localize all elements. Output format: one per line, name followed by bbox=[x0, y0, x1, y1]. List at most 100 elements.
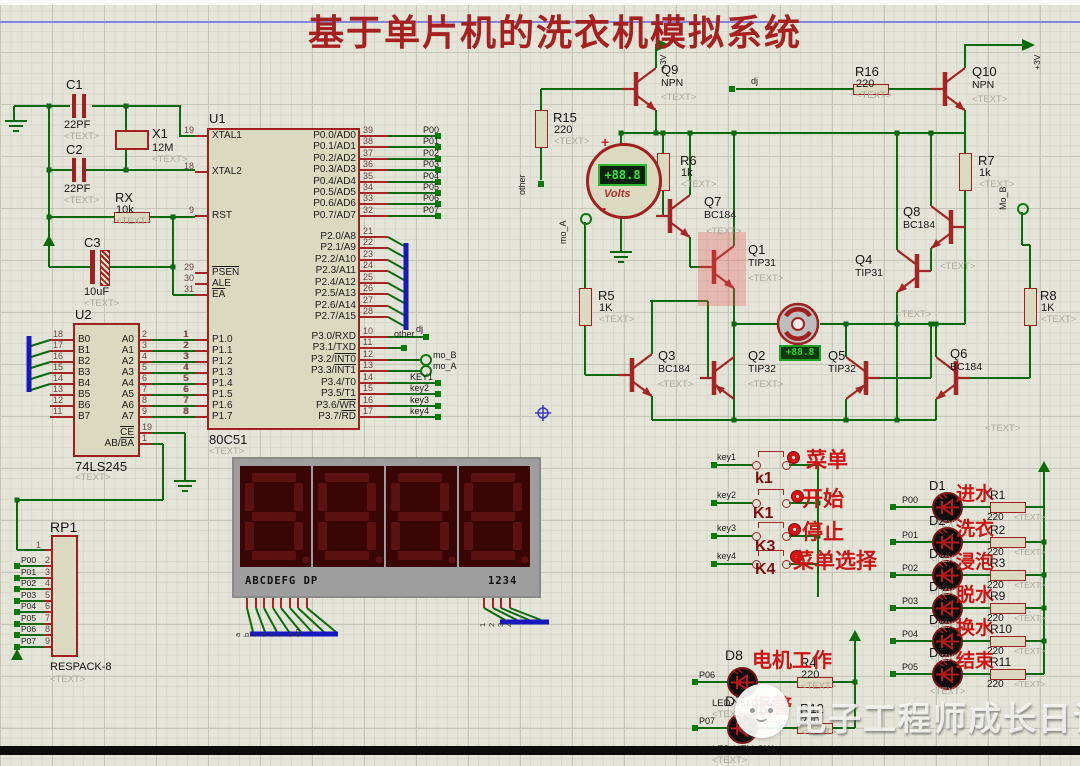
net-label-P02: P02 bbox=[21, 578, 37, 588]
u1-pin-P2.4/A12: P2.4/A12 bbox=[314, 277, 356, 288]
led-ref-D6: D6 bbox=[929, 645, 946, 660]
net-label-P04: P04 bbox=[21, 601, 37, 611]
cap-val: 22PF bbox=[64, 183, 91, 195]
resistor-ref-R11: R11 bbox=[990, 655, 1012, 669]
u1-pin-XTAL2: XTAL2 bbox=[212, 166, 242, 177]
u1-pin-P0.6/AD6: P0.6/AD6 bbox=[313, 198, 356, 209]
net-label-other: other bbox=[517, 174, 527, 195]
u2-pin-num: 2 bbox=[142, 329, 148, 339]
u1-pin-num: 34 bbox=[363, 182, 374, 192]
resistor-ref-RX: RX bbox=[115, 190, 134, 205]
resistor-ref-R8: R8 bbox=[1040, 288, 1057, 303]
net-label-P05: P05 bbox=[902, 662, 919, 672]
u1-pin-num: 16 bbox=[363, 395, 374, 405]
u2-pin-B3: B3 bbox=[78, 367, 91, 378]
u1-pin-P1.2: P1.2 bbox=[212, 356, 233, 367]
rp1-ref: RP1 bbox=[50, 519, 78, 535]
u1-pin-num: 39 bbox=[363, 125, 374, 135]
led-placeholder: <TEXT> bbox=[712, 755, 748, 766]
u2-pin-A2: A2 bbox=[121, 356, 134, 367]
u1-pin-P0.4/AD4: P0.4/AD4 bbox=[313, 176, 356, 187]
u1-p1-wire-num: 8 bbox=[184, 406, 190, 416]
u2-pin-A4: A4 bbox=[121, 378, 134, 389]
u1-pin: PSEN bbox=[212, 267, 240, 278]
led-ref-D2: D2 bbox=[929, 513, 946, 528]
u2-pin-num: 8 bbox=[142, 395, 148, 405]
transistor-ref-Q4: Q4 bbox=[855, 252, 873, 267]
transistor-ref-Q6: Q6 bbox=[950, 346, 968, 361]
u1-pin: EA bbox=[212, 289, 226, 300]
led-stage-text-D5: 换水 bbox=[956, 618, 995, 639]
voltmeter-minus: - bbox=[601, 200, 607, 217]
u2-pin-num: 14 bbox=[53, 373, 64, 383]
transistor-part: BC184 bbox=[950, 361, 983, 373]
resistor-ref-R9: R9 bbox=[990, 589, 1006, 603]
transistor-part: BC184 bbox=[704, 209, 737, 221]
u1-pin-num: 12 bbox=[363, 349, 374, 359]
key-label-key3: K3 bbox=[755, 538, 776, 555]
u2-pin-num: 17 bbox=[53, 340, 64, 350]
resistor-placeholder: <TEXT> bbox=[801, 681, 837, 692]
led-function-text-D8: 电机工作 bbox=[752, 650, 832, 672]
resistor-placeholder: <TEXT> bbox=[1041, 314, 1077, 325]
u1-pin-P2.6/A14: P2.6/A14 bbox=[314, 300, 356, 311]
display-pin-label: c bbox=[250, 633, 260, 637]
schematic-title: 基于单片机的洗衣机模拟系统 bbox=[308, 12, 803, 53]
net-label-key4: key4 bbox=[717, 551, 737, 561]
rp1-pin-num: 8 bbox=[45, 624, 51, 634]
rp1-pin1-num: 1 bbox=[36, 540, 42, 550]
transistor-part: BC184 bbox=[658, 363, 691, 375]
net-label-P00: P00 bbox=[423, 125, 440, 135]
power-flag-label: +3V bbox=[1032, 54, 1042, 70]
net-label-P06: P06 bbox=[21, 624, 37, 634]
resistor-val: 10k bbox=[116, 204, 134, 216]
key-function-text-key1: 菜单 bbox=[806, 449, 848, 472]
rp1-pin-num: 5 bbox=[45, 590, 51, 600]
net-label-KEY1: KEY1 bbox=[410, 372, 434, 382]
bottom-bar bbox=[0, 746, 1080, 755]
resistor-val: 1K bbox=[599, 302, 613, 314]
transistor-part: BC184 bbox=[903, 219, 936, 231]
resistor-placeholder: <TEXT> bbox=[1014, 580, 1046, 590]
rp1-part: RESPACK-8 bbox=[50, 661, 112, 673]
resistor-val: 220 bbox=[856, 78, 875, 90]
net-label-P03: P03 bbox=[423, 159, 440, 169]
u1-pin-num: 36 bbox=[363, 159, 374, 169]
key-function-text-key3: 停止 bbox=[802, 521, 844, 544]
net-label-P00: P00 bbox=[21, 555, 37, 565]
u2-pin-A1: A1 bbox=[121, 345, 134, 356]
led-stage-text-D4: 脱水 bbox=[956, 585, 995, 606]
transistor-part: TIP31 bbox=[855, 267, 884, 279]
display-pin-label: 2 bbox=[487, 622, 496, 627]
u2-pin-ctrl: CE bbox=[120, 427, 134, 438]
u1-pin-P2.2/A10: P2.2/A10 bbox=[314, 254, 356, 265]
u2-pin-num: 15 bbox=[53, 362, 64, 372]
voltmeter-plus: + bbox=[601, 134, 610, 150]
u1-p1-wire-num: 1 bbox=[184, 329, 190, 339]
transistor-placeholder: <TEXT> bbox=[748, 273, 784, 284]
u1-pin-num: 10 bbox=[363, 326, 374, 336]
resistor-ref-R2: R2 bbox=[990, 523, 1006, 537]
transistor-part: TIP32 bbox=[828, 363, 857, 375]
u2-placeholder: <TEXT> bbox=[75, 472, 111, 483]
cap-ref-C2: C2 bbox=[66, 142, 83, 157]
transistor-part: TIP31 bbox=[748, 257, 777, 269]
led-ref-D3: D3 bbox=[929, 546, 946, 561]
led-ref-D8: D8 bbox=[725, 647, 743, 663]
net-label-P03: P03 bbox=[902, 596, 919, 606]
rp1-pin-num: 2 bbox=[45, 555, 51, 565]
rp1-placeholder: <TEXT> bbox=[50, 674, 86, 685]
u2-pin-A5: A5 bbox=[121, 389, 134, 400]
u1-pin-P0.3/AD3: P0.3/AD3 bbox=[313, 164, 356, 175]
u2-pin-B4: B4 bbox=[78, 378, 91, 389]
key-function-text-key4: 菜单选择 bbox=[793, 550, 877, 573]
resistor-val: 1k bbox=[979, 167, 991, 179]
net-label-dj: dj bbox=[751, 76, 759, 86]
net-label-P01: P01 bbox=[21, 567, 37, 577]
u1-pin-num: 21 bbox=[363, 226, 374, 236]
u2-pin-A3: A3 bbox=[121, 367, 134, 378]
net-label-mo_B: mo_B bbox=[433, 350, 457, 360]
u1-pin-P1.5: P1.5 bbox=[212, 389, 233, 400]
net-label-P07: P07 bbox=[21, 636, 37, 646]
u1-p1-wire-num: 5 bbox=[184, 373, 190, 383]
